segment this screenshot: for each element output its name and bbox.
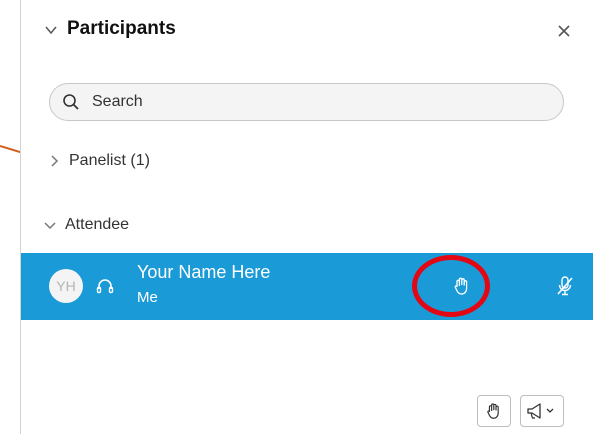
section-panelist-label: Panelist (1) [69,152,150,169]
raise-hand-icon[interactable] [451,275,473,297]
mic-muted-icon[interactable] [556,275,574,297]
chevron-right-icon [51,155,59,167]
search-icon [63,94,79,110]
search-box[interactable] [49,83,564,121]
panel-title: Participants [67,18,176,39]
participant-subtitle: Me [137,289,158,306]
section-attendee[interactable]: Attendee [43,216,129,234]
chevron-down-icon [44,222,56,230]
chevron-down-icon[interactable] [43,22,59,38]
participants-panel: Participants Panelist (1) Attendee YH Yo… [20,0,593,434]
megaphone-dropdown-button[interactable] [520,395,564,427]
participant-row-selected[interactable]: YH Your Name Here Me [21,253,593,320]
search-input[interactable] [90,92,563,112]
raise-hand-icon [487,403,499,419]
megaphone-icon [527,403,554,419]
headset-icon [96,279,114,294]
section-panelist[interactable]: Panelist (1) [47,152,150,170]
participant-name: Your Name Here [137,262,271,282]
section-attendee-label: Attendee [65,216,130,233]
raise-hand-button[interactable] [477,395,511,427]
close-icon[interactable] [553,20,575,42]
avatar: YH [49,269,83,303]
